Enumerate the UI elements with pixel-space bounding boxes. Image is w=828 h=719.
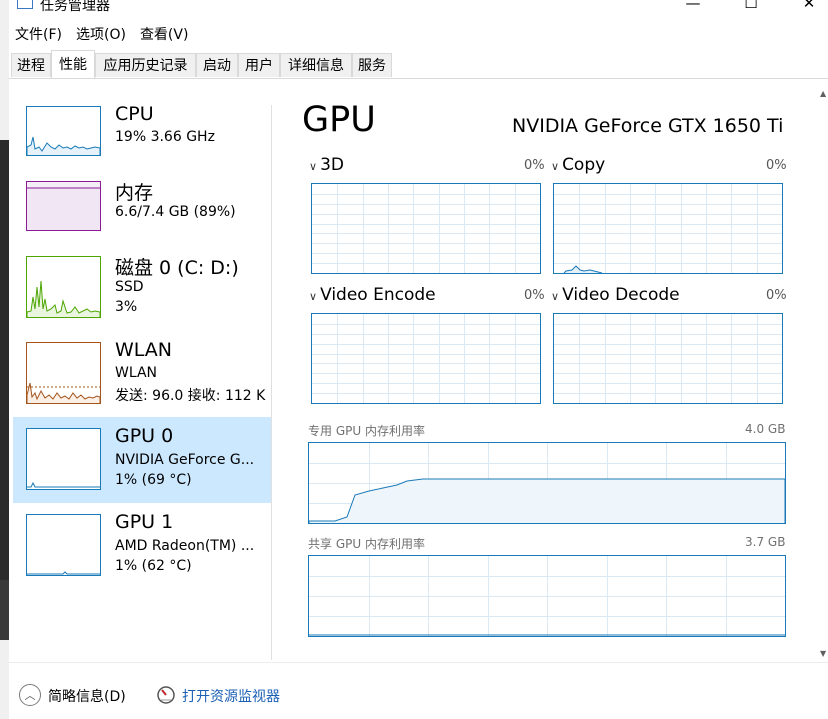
- maximize-button[interactable]: ☐: [728, 0, 774, 14]
- item-detail: WLAN: [115, 365, 158, 381]
- dedicated-memory-max: 4.0 GB: [745, 422, 786, 436]
- chevron-down-icon: ∨: [551, 290, 560, 303]
- tab-app-history[interactable]: 应用历史记录: [95, 53, 196, 77]
- resource-monitor-icon: [156, 685, 176, 705]
- disk-thumbnail-graph: [26, 256, 101, 318]
- engine-selector-copy[interactable]: ∨ Copy: [551, 155, 605, 175]
- engine-graph-copy: [553, 183, 783, 274]
- gpu1-thumbnail-graph: [26, 514, 101, 576]
- item-detail: NVIDIA GeForce G...: [115, 452, 255, 468]
- engine-graph-video-encode: [311, 313, 541, 404]
- engine-label: Video Decode: [562, 285, 680, 305]
- item-usage: 1% (62 °C): [115, 558, 192, 574]
- engine-percent: 0%: [524, 288, 545, 303]
- list-item-gpu0[interactable]: GPU 0 NVIDIA GeForce G... 1% (69 °C): [13, 417, 271, 503]
- wlan-thumbnail-graph: [26, 342, 101, 404]
- engine-label: 3D: [320, 155, 344, 175]
- engine-label: Video Encode: [320, 285, 436, 305]
- shared-memory-label: 共享 GPU 内存利用率: [308, 537, 425, 551]
- item-detail: AMD Radeon(TM) ...: [115, 538, 255, 554]
- tab-details[interactable]: 详细信息: [280, 53, 352, 77]
- vertical-scrollbar[interactable]: ▲ ▼: [818, 79, 828, 659]
- engine-percent: 0%: [766, 288, 787, 303]
- tab-services[interactable]: 服务: [352, 53, 392, 77]
- item-name: 磁盘 0 (C: D:): [115, 257, 239, 279]
- graph-grid: [309, 556, 785, 636]
- background-window-strip: [0, 0, 9, 719]
- list-item-wlan[interactable]: WLAN WLAN 发送: 96.0 接收: 112 K: [13, 332, 271, 418]
- engine-selector-video-encode[interactable]: ∨ Video Encode: [309, 285, 436, 305]
- cpu-thumbnail-graph: [26, 106, 101, 156]
- chevron-up-icon[interactable]: ︿: [19, 684, 41, 706]
- resource-list: CPU 19% 3.66 GHz 内存 6.6/7.4 GB (89%) 磁盘 …: [9, 79, 272, 659]
- menu-view[interactable]: 查看(V): [133, 24, 196, 44]
- app-icon: [17, 0, 33, 9]
- shared-memory-graph: [308, 555, 786, 637]
- engine-selector-3d[interactable]: ∨ 3D: [309, 155, 344, 175]
- item-usage: 1% (69 °C): [115, 472, 192, 488]
- chevron-down-icon: ∨: [309, 160, 318, 173]
- engine-label: Copy: [562, 155, 606, 175]
- tab-strip: 进程 性能 应用历史记录 启动 用户 详细信息 服务: [9, 50, 828, 79]
- window-title: 任务管理器: [40, 0, 110, 14]
- engine-graph-video-decode: [553, 313, 783, 404]
- graph-grid: [309, 443, 785, 523]
- tab-performance[interactable]: 性能: [51, 50, 95, 78]
- detail-title: GPU: [302, 100, 376, 140]
- close-button[interactable]: ✕: [786, 0, 828, 14]
- chevron-down-icon: ∨: [551, 160, 560, 173]
- gpu0-thumbnail-graph: [26, 428, 101, 490]
- graph-grid: [554, 184, 782, 273]
- dedicated-memory-graph: [308, 442, 786, 524]
- minimize-button[interactable]: —: [670, 0, 716, 14]
- graph-grid: [554, 314, 782, 403]
- scroll-down-icon[interactable]: ▼: [820, 649, 826, 658]
- item-detail: 19% 3.66 GHz: [115, 129, 215, 145]
- dedicated-memory-label: 专用 GPU 内存利用率: [308, 424, 425, 438]
- list-item-gpu1[interactable]: GPU 1 AMD Radeon(TM) ... 1% (62 °C): [13, 503, 271, 589]
- graph-grid: [312, 314, 540, 403]
- item-name: CPU: [115, 103, 154, 125]
- engine-selector-video-decode[interactable]: ∨ Video Decode: [551, 285, 680, 305]
- item-usage: 3%: [115, 299, 138, 315]
- tab-processes[interactable]: 进程: [11, 53, 51, 77]
- item-detail: 6.6/7.4 GB (89%): [115, 204, 236, 220]
- list-item-memory[interactable]: 内存 6.6/7.4 GB (89%): [13, 171, 271, 257]
- engine-graph-3d: [311, 183, 541, 274]
- memory-thumbnail-graph: [26, 181, 101, 231]
- shared-memory-max: 3.7 GB: [745, 535, 786, 549]
- item-name: GPU 1: [115, 511, 174, 533]
- item-throughput: 发送: 96.0 接收: 112 K: [115, 388, 266, 404]
- scroll-up-icon[interactable]: ▲: [820, 89, 826, 98]
- item-name: 内存: [115, 182, 154, 204]
- item-name: WLAN: [115, 339, 173, 361]
- engine-percent: 0%: [524, 158, 545, 173]
- pane-divider: [271, 105, 272, 660]
- footer-divider: [9, 662, 828, 663]
- fewer-details-link[interactable]: 简略信息(D): [48, 686, 126, 706]
- graph-grid: [312, 184, 540, 273]
- tab-startup[interactable]: 启动: [196, 53, 238, 77]
- list-item-disk[interactable]: 磁盘 0 (C: D:) SSD 3%: [13, 246, 271, 332]
- item-detail: SSD: [115, 279, 144, 295]
- menu-options[interactable]: 选项(O): [69, 24, 133, 44]
- open-resource-monitor-link[interactable]: 打开资源监视器: [182, 686, 280, 706]
- list-item-cpu[interactable]: CPU 19% 3.66 GHz: [13, 96, 271, 182]
- menu-bar: 文件(F) 选项(O) 查看(V): [9, 22, 195, 46]
- item-name: GPU 0: [115, 425, 174, 447]
- engine-percent: 0%: [766, 158, 787, 173]
- gpu-model-name: NVIDIA GeForce GTX 1650 Ti: [512, 115, 784, 137]
- tab-users[interactable]: 用户: [238, 53, 280, 77]
- chevron-down-icon: ∨: [309, 290, 318, 303]
- menu-file[interactable]: 文件(F): [9, 24, 69, 44]
